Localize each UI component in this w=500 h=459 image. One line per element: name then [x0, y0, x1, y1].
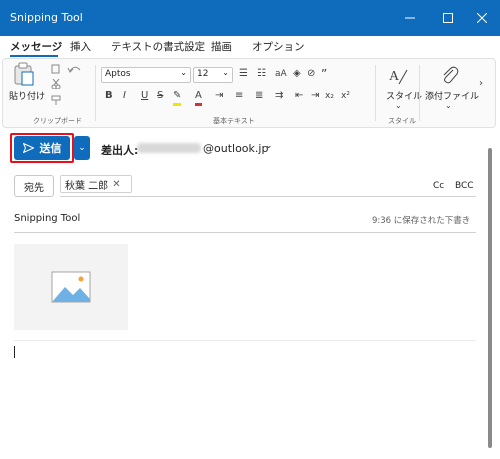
title-bar: Snipping Tool	[0, 0, 500, 36]
group-divider	[375, 65, 376, 121]
cc-button[interactable]: Cc	[433, 181, 444, 191]
chevron-right-icon[interactable]: ›	[479, 77, 483, 91]
vertical-scrollbar[interactable]	[488, 148, 492, 448]
numbering-icon[interactable]: ☷	[257, 67, 266, 81]
chevron-down-icon: ⌄	[395, 101, 402, 110]
bcc-button[interactable]: BCC	[455, 181, 474, 191]
tab-message[interactable]: メッセージ	[10, 39, 62, 54]
send-options-button[interactable]: ⌄	[74, 136, 90, 160]
tab-options[interactable]: オプション	[252, 39, 305, 54]
increase-indent-icon[interactable]: ⇥	[311, 89, 319, 103]
format-painter-icon[interactable]	[51, 95, 61, 105]
link-icon[interactable]: ⊘	[307, 67, 315, 81]
styles-label[interactable]: スタイル	[386, 89, 422, 102]
underline-icon[interactable]: U	[141, 89, 148, 103]
paperclip-icon[interactable]	[439, 64, 459, 86]
chevron-down-icon: ⌄	[445, 101, 452, 110]
basic-text-group-label: 基本テキスト	[213, 117, 255, 125]
send-label: 送信	[39, 142, 62, 155]
line-spacing-icon[interactable]: ≣	[255, 89, 263, 103]
ribbon: 貼り付け クリップボード Aptos ⌄ 12 ⌄ ☰ ☷ aA ◈ ⊘ ” B…	[2, 58, 496, 128]
inline-image[interactable]	[14, 244, 128, 330]
to-button[interactable]: 宛先	[14, 175, 54, 197]
close-icon	[477, 13, 487, 23]
body-divider	[14, 340, 476, 341]
chevron-down-icon: ⌄	[180, 68, 187, 77]
tab-format-text[interactable]: テキストの書式設定	[111, 39, 205, 54]
bullets-icon[interactable]: ☰	[239, 67, 248, 81]
clear-format-icon[interactable]: ◈	[293, 67, 301, 81]
font-color-icon[interactable]: A	[195, 89, 202, 106]
indent-icon[interactable]: ⇥	[215, 89, 223, 103]
clipboard-group-label: クリップボード	[33, 117, 82, 125]
tab-draw[interactable]: 描画	[211, 39, 232, 54]
text-cursor	[14, 346, 15, 358]
font-name-value: Aptos	[105, 69, 131, 79]
group-divider	[95, 65, 96, 121]
strikethrough-icon[interactable]: S	[157, 89, 163, 103]
from-label: 差出人:	[101, 144, 139, 157]
subject-underline	[14, 232, 476, 233]
send-button[interactable]: 送信	[14, 136, 70, 160]
styles-group-label: スタイル	[388, 117, 416, 125]
recipient-chip[interactable]: 秋葉 二郎 ✕	[60, 175, 132, 193]
svg-text:A: A	[389, 69, 400, 84]
to-field-underline	[60, 196, 476, 197]
maximize-icon	[443, 13, 453, 23]
font-size-select[interactable]: 12 ⌄	[193, 67, 233, 83]
sender-address[interactable]: @outlook.jp	[203, 142, 268, 155]
maximize-button[interactable]	[430, 0, 466, 36]
chevron-down-icon: ⌄	[78, 143, 86, 153]
undo-icon[interactable]	[67, 64, 83, 74]
paste-icon[interactable]	[13, 62, 35, 86]
cut-icon[interactable]	[51, 79, 61, 89]
chevron-down-icon: ⌄	[222, 68, 229, 77]
italic-icon[interactable]: I	[123, 89, 126, 103]
send-icon	[22, 143, 34, 153]
close-button[interactable]	[464, 0, 500, 36]
align-icon[interactable]: ≡	[235, 89, 243, 103]
to-label: 宛先	[24, 182, 44, 194]
decrease-indent-icon[interactable]: ⇤	[295, 89, 303, 103]
chevron-down-icon[interactable]: ⌄	[265, 141, 273, 151]
group-divider	[419, 65, 420, 121]
draft-saved-status: 9:36 に保存された下書き	[372, 216, 471, 226]
sender-address-redacted	[137, 143, 201, 153]
quote-icon[interactable]: ”	[321, 67, 327, 81]
paragraph-icon[interactable]: ⇉	[275, 89, 283, 103]
highlight-icon[interactable]: ✎	[173, 89, 182, 106]
subscript-icon[interactable]: x₂	[325, 89, 334, 103]
paste-label[interactable]: 貼り付け	[9, 89, 45, 102]
remove-recipient-icon[interactable]: ✕	[112, 179, 120, 190]
subject-field[interactable]: Snipping Tool	[14, 213, 80, 224]
active-tab-indicator	[10, 55, 58, 57]
bold-icon[interactable]: B	[105, 89, 113, 103]
ribbon-tabs: メッセージ 挿入 テキストの書式設定 描画 オプション	[0, 36, 500, 58]
superscript-icon[interactable]: x²	[341, 89, 350, 103]
attach-file-label[interactable]: 添付ファイル	[425, 89, 479, 102]
image-placeholder-icon	[51, 271, 91, 303]
styles-icon[interactable]: A	[387, 64, 409, 86]
minimize-button[interactable]	[392, 0, 428, 36]
font-name-select[interactable]: Aptos ⌄	[101, 67, 191, 83]
window-title: Snipping Tool	[10, 11, 83, 24]
tab-insert[interactable]: 挿入	[70, 39, 91, 54]
font-size-value: 12	[197, 69, 209, 79]
font-grow-icon[interactable]: aA	[275, 67, 287, 81]
minimize-icon	[405, 17, 415, 19]
recipient-name: 秋葉 二郎	[65, 180, 109, 192]
copy-icon[interactable]	[51, 64, 61, 74]
